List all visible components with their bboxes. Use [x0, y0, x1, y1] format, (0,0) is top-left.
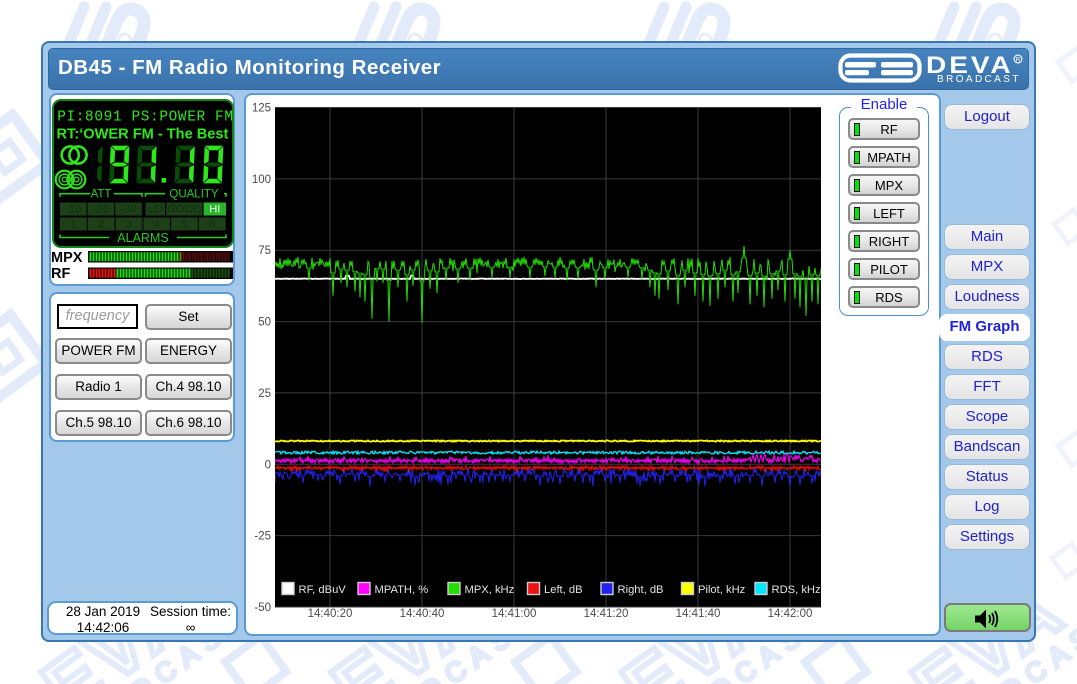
svg-text:RT:ʻOWER FM - The Best: RT:ʻOWER FM - The Best — [56, 127, 228, 143]
svg-text:LO: LO — [147, 204, 162, 216]
svg-text:125: 125 — [252, 103, 271, 115]
svg-text:4: 4 — [153, 219, 159, 231]
svg-text:GOOD: GOOD — [167, 204, 201, 216]
svg-text:50: 50 — [258, 317, 271, 329]
svg-text:-10: -10 — [65, 204, 81, 216]
svg-text:RDS, kHz: RDS, kHz — [772, 584, 822, 596]
svg-text:25: 25 — [258, 388, 271, 400]
svg-text:6: 6 — [209, 219, 215, 231]
svg-text:PI:8091 PS:POWER FM: PI:8091 PS:POWER FM — [57, 110, 232, 126]
svg-text:RF, dBuV: RF, dBuV — [299, 584, 347, 596]
svg-text:-30: -30 — [120, 204, 136, 216]
svg-text:0: 0 — [265, 459, 271, 471]
svg-text:ATT: ATT — [90, 189, 111, 201]
svg-text:R: R — [1016, 57, 1021, 64]
svg-text:75: 75 — [258, 245, 271, 257]
svg-text:14:41:20: 14:41:20 — [584, 608, 629, 620]
svg-text:Left, dB: Left, dB — [544, 584, 583, 596]
svg-text:QUALITY: QUALITY — [169, 189, 219, 201]
svg-text:1: 1 — [70, 219, 76, 231]
svg-text:Right, dB: Right, dB — [618, 584, 664, 596]
svg-text:5: 5 — [181, 219, 187, 231]
svg-text:14:40:20: 14:40:20 — [308, 608, 353, 620]
svg-text:14:41:40: 14:41:40 — [676, 608, 721, 620]
svg-text:-50: -50 — [254, 602, 271, 614]
svg-text:-20: -20 — [92, 204, 108, 216]
svg-text:3: 3 — [125, 219, 131, 231]
svg-text:ALARMS: ALARMS — [117, 231, 168, 245]
svg-text:MPX, kHz: MPX, kHz — [465, 584, 515, 596]
svg-text:2: 2 — [98, 219, 104, 231]
svg-text:BROADCAST: BROADCAST — [937, 74, 1021, 85]
svg-text:-25: -25 — [254, 531, 271, 543]
svg-text:14:41:00: 14:41:00 — [492, 608, 537, 620]
svg-text:100: 100 — [252, 174, 271, 186]
svg-text:Pilot, kHz: Pilot, kHz — [698, 584, 746, 596]
svg-text:14:40:40: 14:40:40 — [400, 608, 445, 620]
svg-text:14:42:00: 14:42:00 — [768, 608, 813, 620]
svg-text:HI: HI — [209, 204, 220, 216]
svg-text:MPATH, %: MPATH, % — [375, 584, 429, 596]
